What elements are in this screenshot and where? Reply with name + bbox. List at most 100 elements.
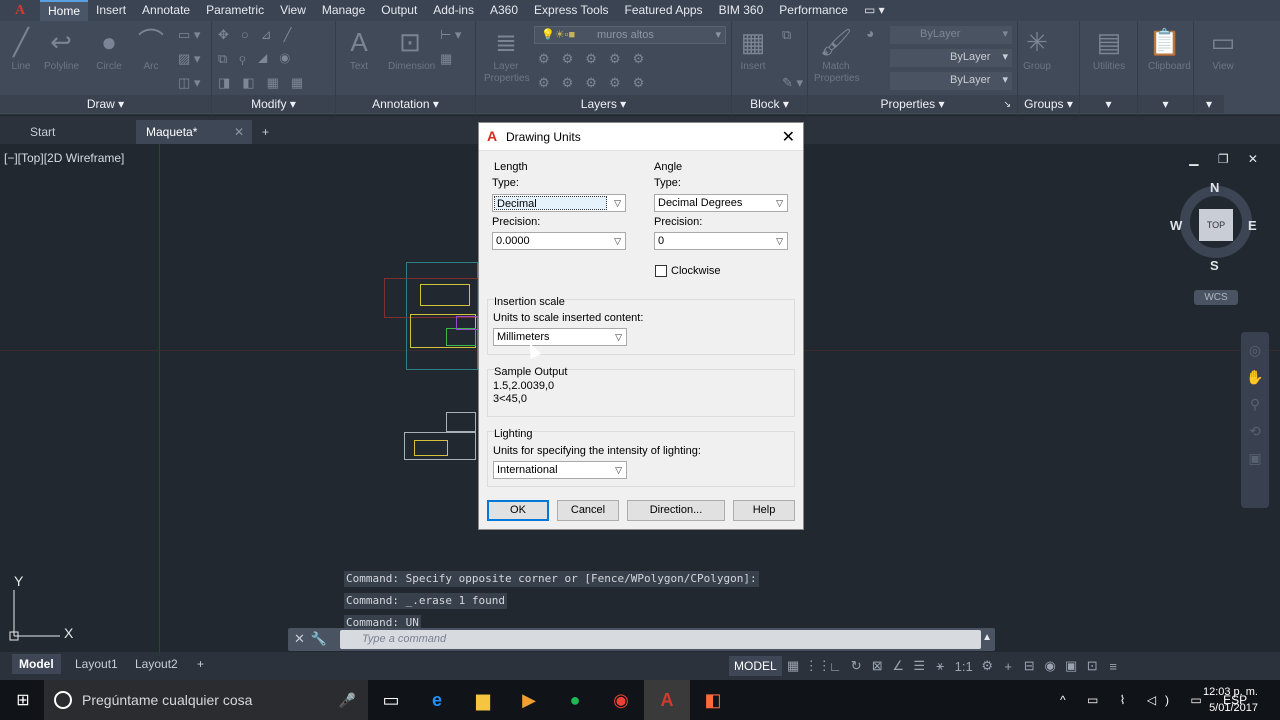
lineweight-dropdown[interactable]: ByLayer ▾ <box>890 72 1012 90</box>
tab-a360[interactable]: A360 <box>482 0 526 21</box>
length-precision-dropdown[interactable]: 0.0000 ▽ <box>492 232 626 250</box>
panel-layers-label[interactable]: Layers ▾ <box>476 95 731 113</box>
media-player-icon[interactable]: ▶ <box>506 680 552 720</box>
tab-output[interactable]: Output <box>373 0 425 21</box>
command-line-buttons[interactable]: ✕🔧 <box>294 631 333 647</box>
clockwise-checkbox[interactable] <box>655 265 667 277</box>
table-icon[interactable]: ▦ <box>440 51 452 67</box>
create-block-icon[interactable]: ⧉ <box>782 27 791 43</box>
task-view-icon[interactable]: ▭ <box>368 680 414 720</box>
tab-featured-apps[interactable]: Featured Apps <box>617 0 711 21</box>
length-type-dropdown[interactable]: Decimal ▽ <box>492 194 626 212</box>
layout-tab-layout1[interactable]: Layout1 <box>68 654 125 674</box>
windows-start-icon[interactable]: ⊞ <box>0 680 46 720</box>
edit-block-icon[interactable]: ✎ ▾ <box>782 75 803 91</box>
color-wheel-icon[interactable]: ◕ <box>866 25 874 41</box>
layout-tab-layout2[interactable]: Layout2 <box>128 654 185 674</box>
units-icon[interactable]: ⊟ <box>1020 658 1039 674</box>
tab-home[interactable]: Home <box>40 0 89 21</box>
region-icon[interactable]: ◫ ▾ <box>178 75 200 91</box>
panel-view-label[interactable]: ▾ <box>1194 95 1224 113</box>
doc-tab-maqueta[interactable]: Maqueta* ✕ <box>136 120 252 144</box>
add-layout-icon[interactable]: + <box>190 654 211 674</box>
tab-add-ins[interactable]: Add-ins <box>425 0 482 21</box>
panel-properties-label[interactable]: Properties ▾ ↘ <box>808 95 1017 113</box>
layer-dropdown[interactable]: muros altos ▾ 💡☀▫■ <box>534 26 726 44</box>
autocad-app-icon[interactable]: A <box>0 0 40 21</box>
text-tool[interactable]: A Text <box>342 27 376 73</box>
compass-w[interactable]: W <box>1170 218 1182 233</box>
tab-bim-360[interactable]: BIM 360 <box>711 0 772 21</box>
layer-properties-tool[interactable]: ≣ Layer Properties <box>484 27 530 85</box>
view-tool[interactable]: ▭ View <box>1206 27 1240 73</box>
viewport-window-buttons[interactable]: ▁ ❐ ✕ <box>1189 152 1266 166</box>
compass-n[interactable]: N <box>1210 180 1219 195</box>
close-icon[interactable]: ✕ <box>782 127 795 147</box>
isolate-icon[interactable]: ▣ <box>1062 658 1081 674</box>
dimension-tool[interactable]: ⊡ Dimension <box>388 27 435 73</box>
leader-icon[interactable]: ⊢ ▾ <box>440 27 461 43</box>
hatch-icon[interactable]: ▨ ▾ <box>178 51 200 67</box>
ribbon-options-icon[interactable]: ▭ ▾ <box>856 0 893 21</box>
clipboard-tool[interactable]: 📋 Clipboard <box>1148 27 1191 73</box>
move-icon[interactable]: ✥○⊿╱ <box>218 27 303 43</box>
ok-button[interactable]: OK <box>487 500 549 521</box>
otrack-icon[interactable]: ∠ <box>889 658 908 674</box>
circle-tool[interactable]: ● Circle <box>92 27 126 73</box>
autocad-alt-icon[interactable]: ◧ <box>690 680 736 720</box>
customize-icon[interactable]: ≡ <box>1104 659 1123 674</box>
cortana-search[interactable]: Pregúntame cualquier cosa 🎤 <box>44 680 368 720</box>
tab-parametric[interactable]: Parametric <box>198 0 272 21</box>
stretch-icon[interactable]: ◨◧▦▦ <box>218 75 315 91</box>
annotation-scale-icon[interactable]: ⚹ <box>931 658 950 674</box>
annotation-monitor-icon[interactable]: + <box>999 659 1018 674</box>
match-properties-tool[interactable]: 🖌 Match Properties <box>814 27 860 85</box>
viewcube[interactable]: TOP N S E W <box>1170 180 1257 273</box>
chrome-icon[interactable]: ◉ <box>598 680 644 720</box>
rectangle-icon[interactable]: ▭ ▾ <box>178 27 200 43</box>
line-tool[interactable]: ╱ Line <box>4 27 38 73</box>
color-dropdown[interactable]: ByLayer ▾ <box>890 26 1012 44</box>
panel-clipboard-label[interactable]: ▾ <box>1138 95 1193 113</box>
snap-icon[interactable]: ⋮⋮ <box>805 658 831 674</box>
help-button[interactable]: Help <box>733 500 795 521</box>
osnap-icon[interactable]: ⊠ <box>868 658 887 674</box>
edge-icon[interactable]: e <box>414 680 460 720</box>
file-explorer-icon[interactable]: ▆ <box>460 680 506 720</box>
cancel-button[interactable]: Cancel <box>557 500 619 521</box>
polyline-tool[interactable]: ↩ Polyline <box>44 27 79 73</box>
tab-insert[interactable]: Insert <box>88 0 134 21</box>
panel-groups-label[interactable]: Groups ▾ <box>1018 95 1079 113</box>
polar-icon[interactable]: ↻ <box>847 658 866 674</box>
panel-utilities-label[interactable]: ▾ <box>1080 95 1137 113</box>
scale-value[interactable]: 1:1 <box>952 659 976 674</box>
fullscreen-icon[interactable]: ⊡ <box>1083 658 1102 674</box>
linetype-dropdown[interactable]: ByLayer ▾ <box>890 49 1012 67</box>
autocad-taskbar-icon[interactable]: A <box>644 680 690 720</box>
doc-tab-start[interactable]: Start <box>20 120 134 144</box>
angle-type-dropdown[interactable]: Decimal Degrees ▽ <box>654 194 788 212</box>
tab-performance[interactable]: Performance <box>771 0 856 21</box>
hardware-accel-icon[interactable]: ◉ <box>1041 658 1060 674</box>
layout-tab-model[interactable]: Model <box>12 654 61 674</box>
layer-tools-icon[interactable]: ⚙⚙⚙⚙⚙ <box>538 51 656 67</box>
direction-button[interactable]: Direction... <box>627 500 725 521</box>
lighting-units-dropdown[interactable]: International ▽ <box>493 461 627 479</box>
viewcube-top-face[interactable]: TOP <box>1199 209 1233 241</box>
dialog-titlebar[interactable]: A Drawing Units ✕ <box>479 123 803 151</box>
new-tab-icon[interactable]: + <box>256 120 280 144</box>
utilities-tool[interactable]: ▤ Utilities <box>1092 27 1126 73</box>
copy-icon[interactable]: ⧉⚲◢◉ <box>218 51 302 67</box>
insertion-units-dropdown[interactable]: Millimeters ▽ <box>493 328 627 346</box>
viewport-controls[interactable]: [−][Top][2D Wireframe] <box>4 151 124 165</box>
angle-precision-dropdown[interactable]: 0 ▽ <box>654 232 788 250</box>
panel-block-label[interactable]: Block ▾ <box>732 95 807 113</box>
grid-icon[interactable]: ▦ <box>784 658 803 674</box>
tab-view[interactable]: View <box>272 0 314 21</box>
panel-draw-label[interactable]: Draw ▾ <box>0 95 211 113</box>
panel-modify-label[interactable]: Modify ▾ <box>212 95 335 113</box>
compass-s[interactable]: S <box>1210 258 1219 273</box>
command-history-toggle-icon[interactable]: ▲ <box>982 632 992 643</box>
spotify-icon[interactable]: ● <box>552 680 598 720</box>
tab-express-tools[interactable]: Express Tools <box>526 0 616 21</box>
